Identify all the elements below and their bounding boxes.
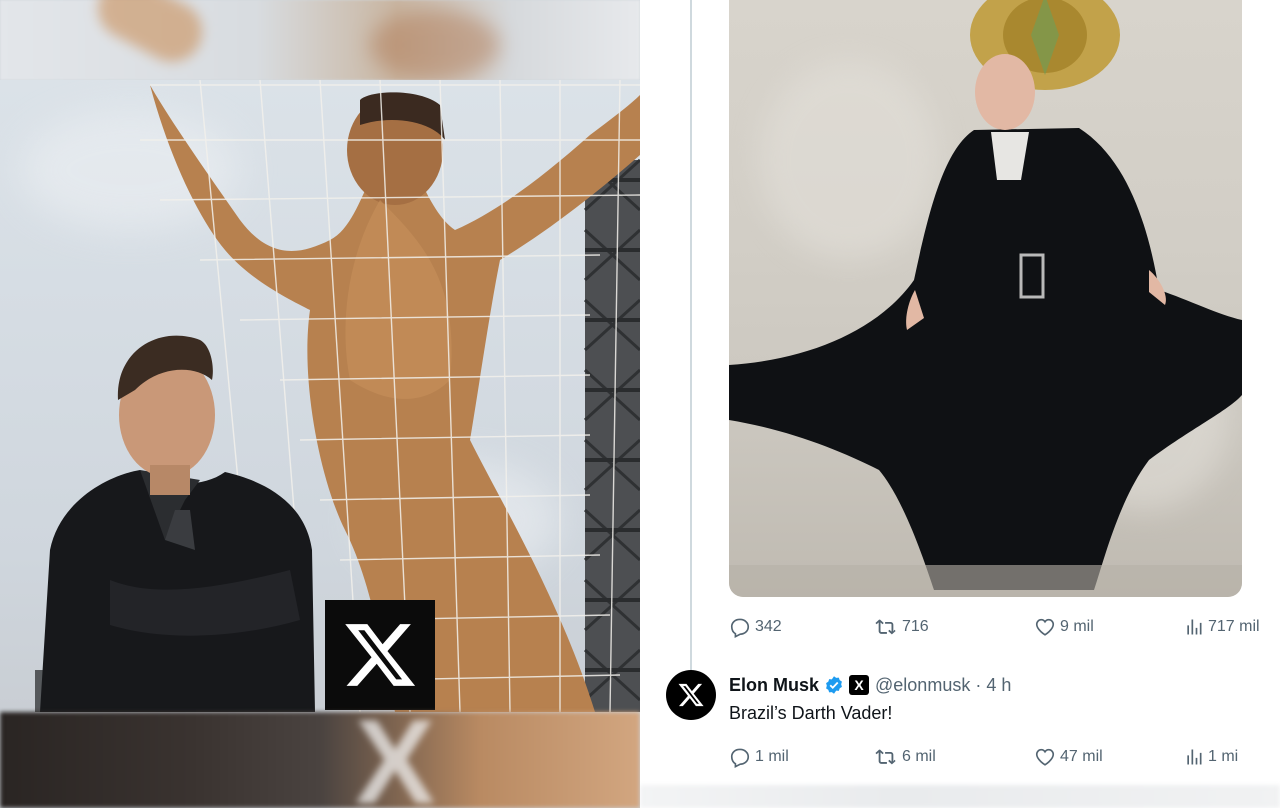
blurred-x-logo: X — [354, 712, 436, 808]
bar-chart-icon — [1187, 749, 1202, 765]
floor — [729, 565, 1242, 597]
repost-button[interactable]: 6 mil — [874, 742, 936, 772]
bar-chart-icon — [1187, 619, 1202, 635]
repost-arrows-icon — [875, 749, 896, 765]
x-logo-box — [325, 600, 435, 710]
reply-button[interactable]: 342 — [729, 612, 782, 642]
repost-count: 716 — [902, 618, 929, 635]
robed-figure-photo — [729, 0, 1242, 597]
views-count: 717 mil — [1208, 618, 1260, 635]
tweet-actions-reply: 1 mil 6 mil 47 mil 1 mi — [729, 742, 1269, 772]
blurred-background-top — [0, 0, 640, 80]
tweet-author-line: Elon Musk X @elonmusk · 4 h — [729, 672, 1011, 698]
tweet-text: Brazil’s Darth Vader! — [729, 703, 893, 723]
repost-arrows-icon — [875, 619, 896, 635]
thread-connector-line — [690, 0, 692, 670]
views-count: 1 mi — [1208, 748, 1239, 765]
blurred-head — [370, 10, 500, 80]
avatar[interactable] — [666, 670, 716, 720]
author-handle-timestamp: @elonmusk · 4 h — [875, 674, 1012, 695]
like-count: 47 mil — [1060, 748, 1103, 765]
tweet-panel: 342 716 9 mil 717 mil Elon Musk X @elonm… — [640, 0, 1280, 808]
reply-button[interactable]: 1 mil — [729, 742, 789, 772]
reply-count: 342 — [755, 618, 782, 635]
verified-badge-icon — [826, 676, 842, 694]
speech-bubble-icon — [730, 748, 750, 768]
reply-count: 1 mil — [755, 748, 789, 765]
blurred-arm — [87, 0, 213, 73]
like-button[interactable]: 47 mil — [1034, 742, 1103, 772]
blurred-background-bottom: X — [0, 712, 640, 808]
collage-illustration — [35, 80, 640, 712]
tweet-actions-image-post: 342 716 9 mil 717 mil — [729, 612, 1269, 642]
heart-icon — [1035, 748, 1055, 766]
robed-figure — [729, 54, 1242, 590]
repost-button[interactable]: 716 — [874, 612, 929, 642]
x-logo-icon — [345, 624, 416, 686]
blurred-footer — [640, 785, 1280, 808]
affiliate-badge-icon: X — [849, 675, 870, 695]
author-name[interactable]: Elon Musk — [729, 675, 819, 696]
collage-main-photo — [0, 80, 640, 712]
views-button[interactable]: 1 mi — [1184, 742, 1238, 772]
repost-count: 6 mil — [902, 748, 936, 765]
views-button[interactable]: 717 mil — [1184, 612, 1260, 642]
left-collage: X — [0, 0, 640, 808]
tweet-image[interactable] — [729, 0, 1242, 597]
heart-icon — [1035, 618, 1055, 636]
x-logo-icon — [678, 683, 704, 707]
like-button[interactable]: 9 mil — [1034, 612, 1094, 642]
man-in-suit — [40, 335, 315, 712]
like-count: 9 mil — [1060, 618, 1094, 635]
speech-bubble-icon — [730, 618, 750, 638]
